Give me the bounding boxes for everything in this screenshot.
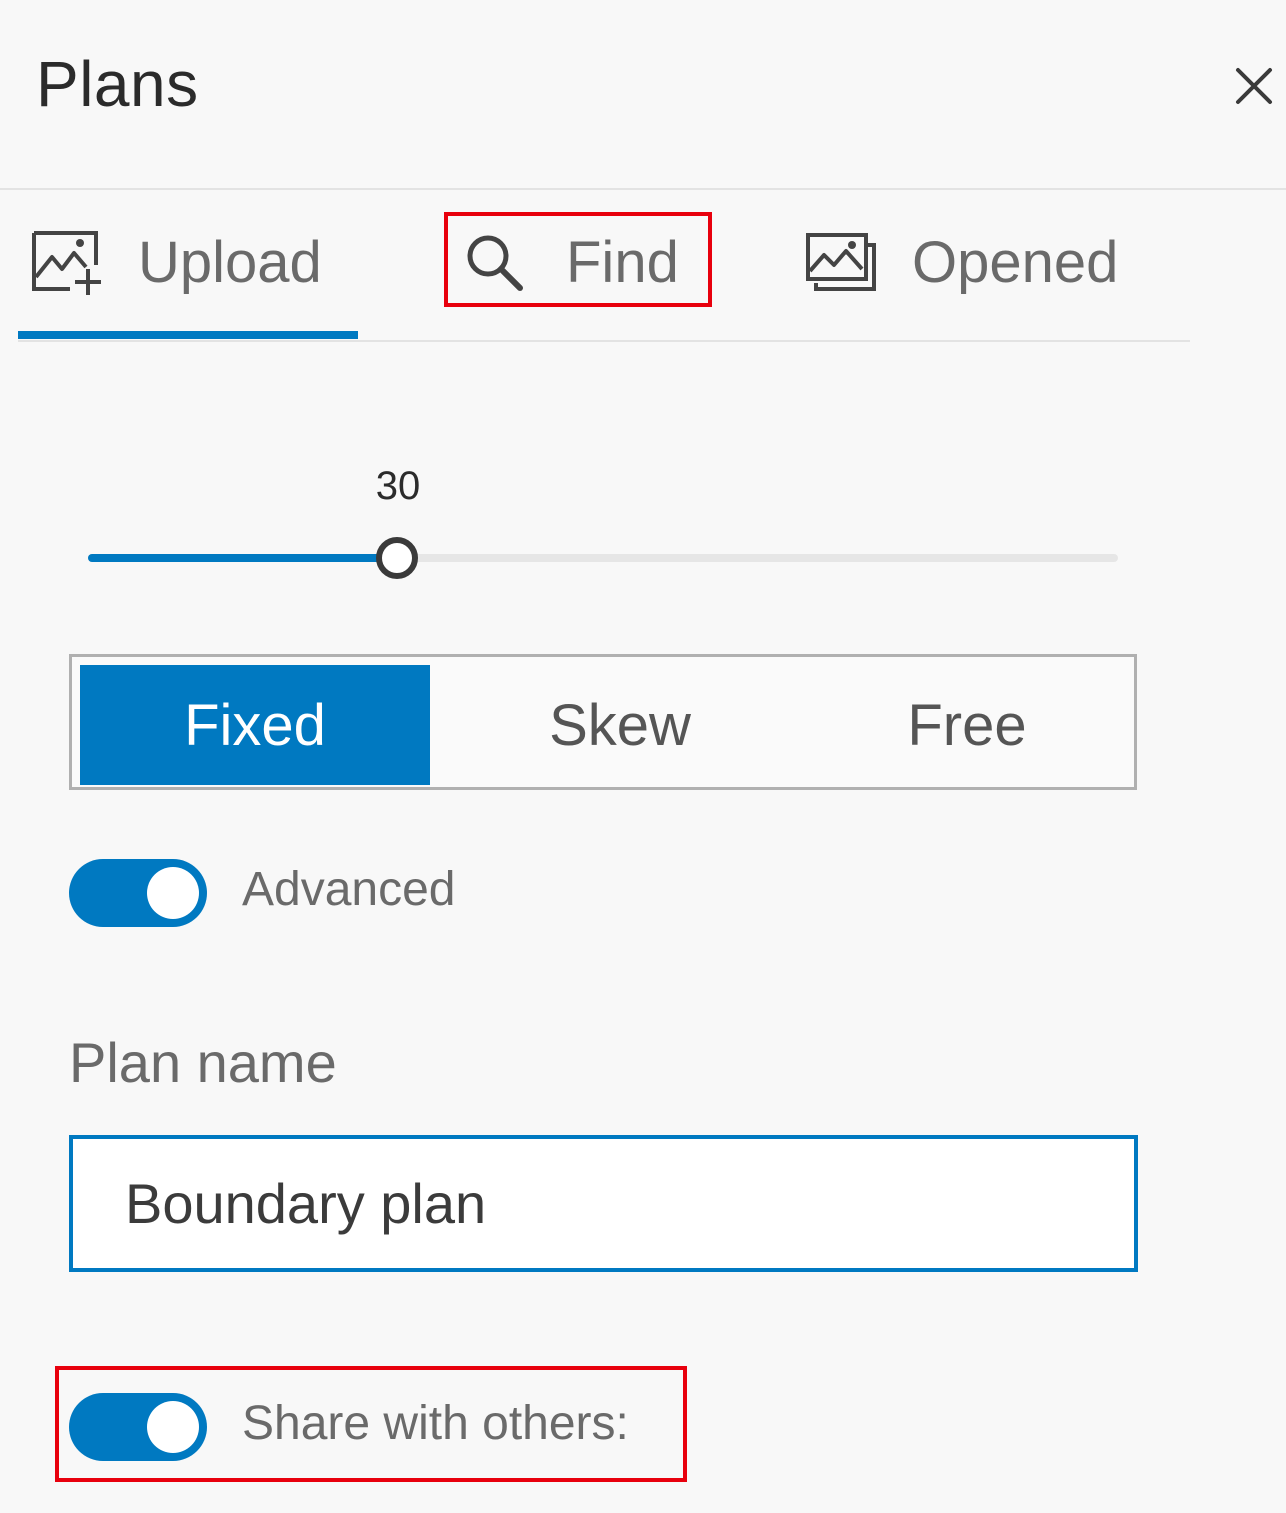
slider-thumb[interactable]: [376, 537, 418, 579]
panel-title: Plans: [36, 48, 199, 120]
tabs-divider: [18, 340, 1190, 342]
plan-name-input[interactable]: [69, 1135, 1138, 1272]
advanced-toggle[interactable]: [69, 859, 207, 927]
tab-active-indicator: [18, 331, 358, 339]
find-tab-highlight: [444, 212, 712, 307]
slider-fill: [88, 554, 397, 562]
images-stack-icon: [806, 233, 876, 291]
mode-selector: Fixed Skew Free: [69, 654, 1137, 790]
slider-track[interactable]: [88, 537, 1118, 579]
header-divider: [0, 188, 1286, 190]
tab-opened-label: Opened: [912, 229, 1119, 295]
tab-upload[interactable]: Upload: [30, 212, 322, 312]
mode-option-skew[interactable]: Skew: [440, 665, 800, 785]
mode-option-free[interactable]: Free: [802, 665, 1132, 785]
image-add-icon: [32, 231, 101, 295]
close-icon: [1236, 68, 1272, 104]
mode-option-fixed[interactable]: Fixed: [80, 665, 430, 785]
advanced-label: Advanced: [242, 863, 456, 916]
share-highlight: [55, 1366, 687, 1482]
tab-opened[interactable]: Opened: [804, 212, 1118, 312]
plan-name-label: Plan name: [69, 1031, 337, 1094]
slider-value-label: 30: [375, 464, 421, 508]
toggle-knob: [147, 867, 199, 919]
tab-upload-label: Upload: [138, 229, 322, 295]
close-button[interactable]: [1232, 64, 1276, 108]
